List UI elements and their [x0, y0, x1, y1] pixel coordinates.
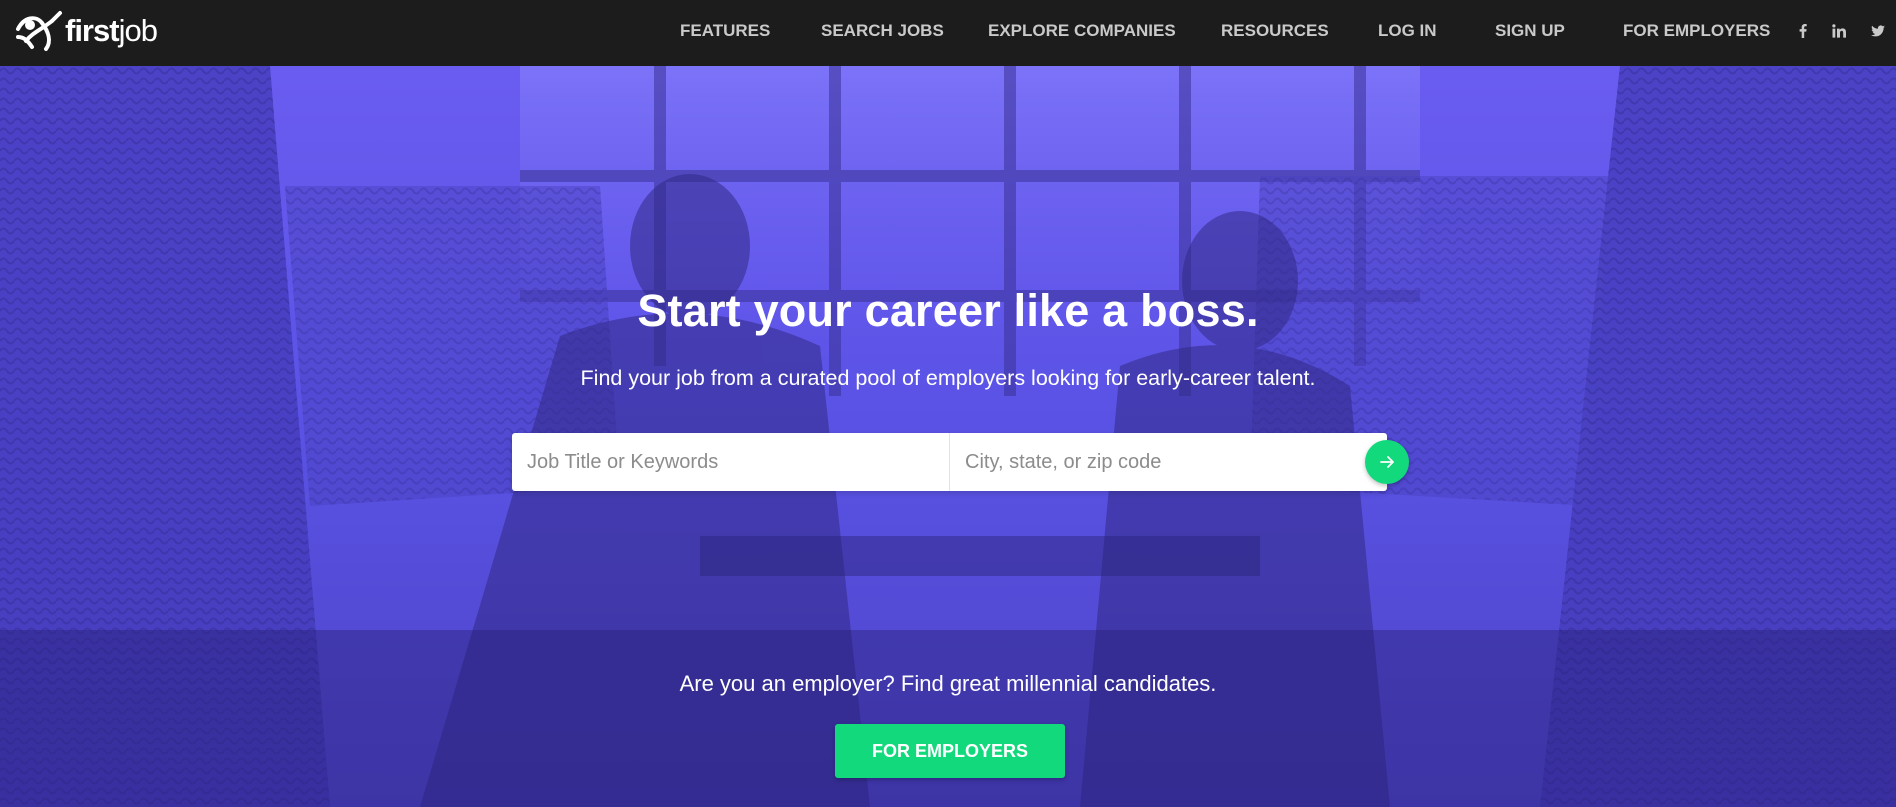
hero-section: Start your career like a boss. Find your… — [0, 66, 1896, 807]
logo-wordmark: firstjob — [65, 13, 158, 48]
nav-features[interactable]: FEATURES — [680, 0, 770, 66]
top-navigation-bar: firstjob FEATURES SEARCH JOBS EXPLORE CO… — [0, 0, 1896, 66]
firstjob-logo[interactable]: firstjob — [12, 7, 158, 55]
firstjob-mark-icon — [16, 11, 62, 51]
hero-subtitle: Find your job from a curated pool of emp… — [580, 366, 1316, 390]
nav-for-employers[interactable]: FOR EMPLOYERS — [1623, 0, 1770, 66]
job-search-form — [512, 433, 1387, 491]
employer-cta-text: Are you an employer? Find great millenni… — [679, 671, 1217, 696]
arrow-right-icon — [1380, 456, 1394, 468]
search-submit-button[interactable] — [1365, 440, 1409, 484]
for-employers-button[interactable]: FOR EMPLOYERS — [835, 724, 1065, 778]
nav-log-in[interactable]: LOG IN — [1378, 0, 1437, 66]
nav-sign-up[interactable]: SIGN UP — [1495, 0, 1565, 66]
employer-cta-band — [0, 630, 1896, 807]
facebook-icon[interactable] — [1795, 22, 1811, 40]
hero-title: Start your career like a boss. — [637, 285, 1259, 336]
nav-explore-companies[interactable]: EXPLORE COMPANIES — [988, 0, 1176, 66]
linkedin-icon[interactable] — [1831, 22, 1847, 40]
location-input[interactable] — [950, 433, 1387, 491]
twitter-icon[interactable] — [1870, 22, 1886, 40]
keywords-input[interactable] — [512, 433, 950, 491]
nav-resources[interactable]: RESOURCES — [1221, 0, 1329, 66]
nav-search-jobs[interactable]: SEARCH JOBS — [821, 0, 944, 66]
